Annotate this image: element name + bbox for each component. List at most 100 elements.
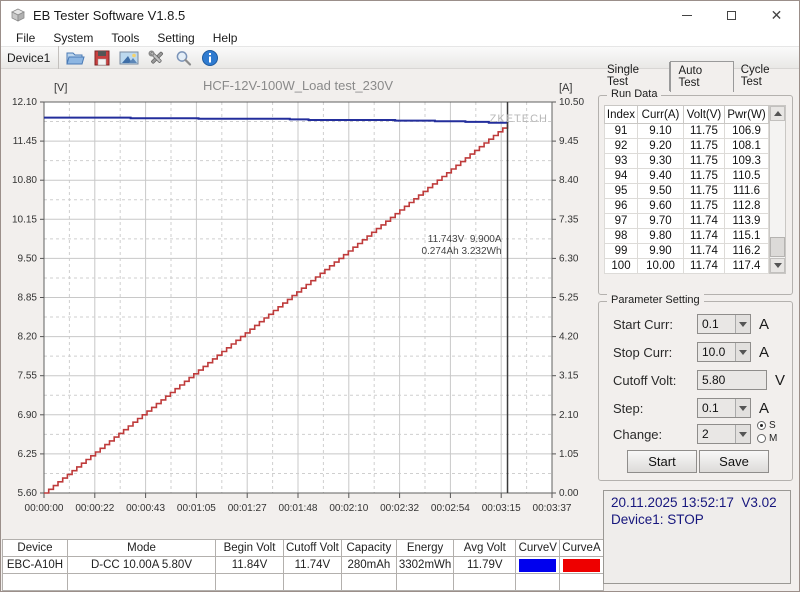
open-folder-icon[interactable]	[64, 48, 86, 68]
save-button[interactable]: Save	[699, 450, 769, 473]
svg-text:00:01:05: 00:01:05	[177, 503, 216, 514]
svg-text:8.40: 8.40	[559, 175, 579, 186]
run-data-cell: 95	[604, 183, 638, 199]
run-data-cell: 98	[604, 228, 638, 244]
scrollbar-thumb[interactable]	[770, 237, 785, 257]
menu-item-setting[interactable]: Setting	[148, 31, 203, 45]
change-select[interactable]: 2	[697, 424, 751, 444]
run-data-cell: 93	[604, 153, 638, 169]
watermark: ZKETECH	[490, 113, 548, 125]
start-button[interactable]: Start	[627, 450, 697, 473]
svg-text:6.25: 6.25	[18, 449, 38, 460]
tab-single-test[interactable]: Single Test	[600, 62, 671, 91]
cutoff-volt-label: Cutoff Volt:	[613, 372, 677, 388]
run-data-cell: 10.00	[637, 258, 684, 274]
svg-text:3.15: 3.15	[559, 371, 579, 382]
right-panel: Single Test Auto Test Cycle Test Run Dat…	[594, 61, 799, 591]
summary-cell: 11.84V	[215, 556, 284, 574]
table-row[interactable]: 97 9.70 11.74 113.9	[604, 213, 769, 229]
tab-auto-test[interactable]: Auto Test	[670, 61, 734, 92]
summary-cell	[395, 573, 455, 591]
chevron-down-icon[interactable]	[735, 315, 750, 333]
triangle-down-icon	[773, 263, 782, 268]
svg-text:2.10: 2.10	[559, 410, 579, 421]
chevron-down-icon[interactable]	[735, 343, 750, 361]
table-row[interactable]: 100 10.00 11.74 117.4	[604, 258, 769, 274]
table-row[interactable]: 93 9.30 11.75 109.3	[604, 153, 769, 169]
scroll-down-button[interactable]	[770, 258, 785, 273]
table-row[interactable]: 99 9.90 11.74 116.2	[604, 243, 769, 259]
radio-minutes[interactable]: M	[757, 432, 777, 445]
tab-cycle-test[interactable]: Cycle Test	[734, 62, 799, 91]
run-data-cell: 94	[604, 168, 638, 184]
run-data-cell: 99	[604, 243, 638, 259]
svg-text:00:00:22: 00:00:22	[75, 503, 114, 514]
chart-plot[interactable]: 00:00:00 00:00:22 00:00:43 00:01:05 00:01:27…	[1, 69, 593, 538]
table-row[interactable]: 96 9.60 11.75 112.8	[604, 198, 769, 214]
run-data-column-header: Pwr(W)	[724, 105, 769, 124]
menu-item-file[interactable]: File	[7, 31, 44, 45]
cursor-readout-line1: 11.743V 9.900A	[428, 234, 502, 245]
image-export-icon[interactable]	[118, 48, 140, 68]
summary-table-header: Device Mode Begin Volt Cutoff Volt Capacity E…	[2, 539, 604, 557]
table-row[interactable]: 92 9.20 11.75 108.1	[604, 138, 769, 154]
search-icon[interactable]	[172, 48, 194, 68]
change-value: 2	[702, 427, 709, 441]
radio-seconds[interactable]: S	[757, 419, 777, 432]
run-data-cell: 91	[604, 123, 638, 139]
run-data-cell: 9.10	[637, 123, 684, 139]
parameter-setting-group: Parameter Setting Start Curr: 0.1 A Stop…	[598, 294, 793, 481]
svg-text:00:00:43: 00:00:43	[126, 503, 165, 514]
step-unit: A	[759, 399, 770, 417]
table-row[interactable]: 95 9.50 11.75 111.6	[604, 183, 769, 199]
device-tab[interactable]: Device1	[1, 46, 60, 69]
stop-curr-select[interactable]: 10.0	[697, 342, 751, 362]
svg-text:8.85: 8.85	[18, 293, 38, 304]
table-row[interactable]: 91 9.10 11.75 106.9	[604, 123, 769, 139]
svg-text:00:03:15: 00:03:15	[482, 503, 521, 514]
svg-text:00:01:48: 00:01:48	[279, 503, 318, 514]
status-box: 20.11.2025 13:52:17 V3.02 Device1: STOP	[603, 490, 791, 584]
run-data-table: Index Curr(A) Volt(V) Pwr(W) 91 9.10 11.75 106.…	[604, 105, 769, 274]
cutoff-volt-input[interactable]: 5.80	[697, 370, 767, 390]
cutoff-volt-row: Cutoff Volt: 5.80 V	[613, 370, 785, 390]
minimize-button[interactable]	[664, 1, 709, 29]
summary-cell	[515, 573, 561, 591]
chart-area: HCF-12V-100W_Load test_230V [V] [A] 00:0…	[1, 69, 593, 538]
summary-cell	[215, 573, 284, 591]
chart-graphics: 00:00:00 00:00:22 00:00:43 00:01:05 00:01:27…	[12, 97, 584, 514]
svg-text:0.00: 0.00	[559, 488, 579, 499]
maximize-button[interactable]	[709, 1, 754, 29]
run-data-cell: 11.74	[683, 243, 725, 259]
save-icon[interactable]	[91, 48, 113, 68]
minimize-icon	[681, 14, 692, 16]
step-select[interactable]: 0.1	[697, 398, 751, 418]
menu-item-tools[interactable]: Tools	[102, 31, 148, 45]
parameter-setting-group-label: Parameter Setting	[607, 294, 704, 306]
menu-item-help[interactable]: Help	[204, 31, 247, 45]
start-curr-select[interactable]: 0.1	[697, 314, 751, 334]
scroll-up-button[interactable]	[770, 106, 785, 121]
run-data-cell: 9.70	[637, 213, 684, 229]
svg-text:10.80: 10.80	[12, 175, 37, 186]
app-window: EB Tester Software V1.8.5 ✕ File System …	[0, 0, 800, 592]
info-icon[interactable]	[199, 48, 221, 68]
run-data-group-label: Run Data	[607, 88, 662, 100]
radio-minutes-label: M	[769, 433, 778, 444]
svg-text:7.55: 7.55	[18, 371, 38, 382]
chevron-down-icon[interactable]	[735, 425, 750, 443]
svg-text:00:01:27: 00:01:27	[228, 503, 267, 514]
tools-icon[interactable]	[145, 48, 167, 68]
close-button[interactable]: ✕	[754, 1, 799, 29]
summary-column-header: CurveV	[515, 539, 561, 557]
summary-cell	[67, 573, 216, 591]
run-data-cell: 9.30	[637, 153, 684, 169]
chevron-down-icon[interactable]	[735, 399, 750, 417]
run-data-scrollbar[interactable]	[769, 105, 786, 274]
run-data-cell: 11.75	[683, 153, 725, 169]
menu-item-system[interactable]: System	[44, 31, 102, 45]
table-row[interactable]: 94 9.40 11.75 110.5	[604, 168, 769, 184]
cutoff-volt-unit: V	[775, 371, 786, 389]
radio-selected-icon	[757, 421, 766, 430]
table-row[interactable]: 98 9.80 11.74 115.1	[604, 228, 769, 244]
